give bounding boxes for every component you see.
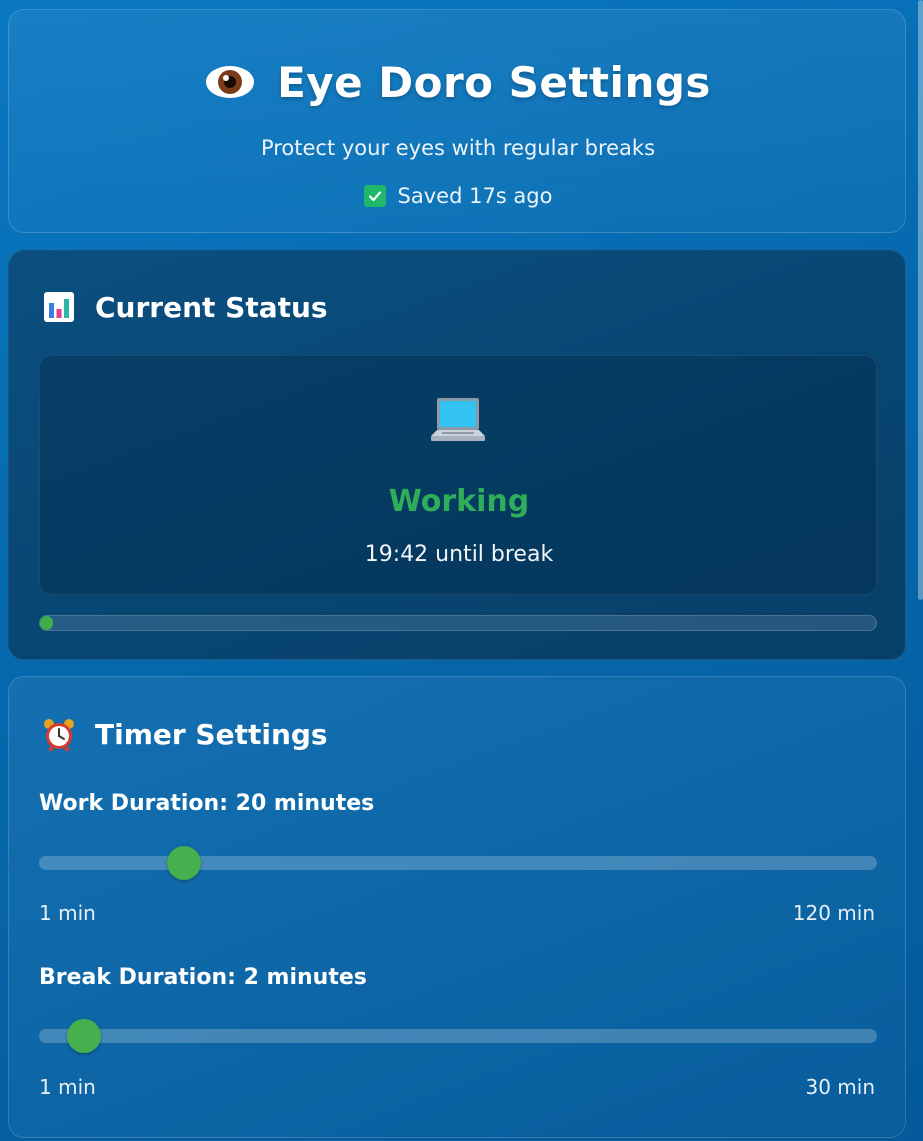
check-icon bbox=[363, 185, 386, 207]
break-max-label: 30 min bbox=[805, 1075, 875, 1099]
progress-bar bbox=[39, 615, 877, 631]
status-card: Current Status Working 19:42 until break bbox=[8, 250, 906, 660]
work-duration-slider[interactable] bbox=[39, 846, 877, 880]
status-label: Working bbox=[388, 484, 530, 519]
break-duration-slider[interactable] bbox=[39, 1019, 877, 1053]
work-max-label: 120 min bbox=[792, 901, 875, 925]
work-duration-label: Work Duration: 20 minutes bbox=[39, 791, 375, 816]
eye-icon bbox=[205, 62, 255, 102]
status-heading-row: Current Status bbox=[41, 285, 328, 329]
header-card: Eye Doro Settings Protect your eyes with… bbox=[8, 9, 906, 233]
work-duration-slider-thumb[interactable] bbox=[167, 846, 202, 880]
time-until-break: 19:42 until break bbox=[364, 542, 554, 567]
timer-heading: Timer Settings bbox=[95, 717, 328, 751]
title-row: Eye Doro Settings bbox=[9, 52, 907, 112]
timer-heading-row: Timer Settings bbox=[41, 712, 328, 756]
break-duration-label: Break Duration: 2 minutes bbox=[39, 965, 367, 990]
scrollbar[interactable] bbox=[918, 0, 923, 600]
timer-settings-card: Timer Settings Work Duration: 20 minutes… bbox=[8, 676, 906, 1138]
laptop-icon bbox=[428, 392, 488, 452]
status-panel: Working 19:42 until break bbox=[39, 355, 877, 595]
status-heading: Current Status bbox=[95, 290, 328, 324]
saved-text: Saved 17s ago bbox=[397, 184, 553, 208]
break-min-label: 1 min bbox=[39, 1075, 96, 1099]
progress-bar-fill bbox=[40, 616, 53, 630]
break-duration-slider-thumb[interactable] bbox=[66, 1019, 101, 1053]
page-subtitle: Protect your eyes with regular breaks bbox=[260, 136, 656, 160]
bar-chart-icon bbox=[41, 289, 77, 325]
alarm-clock-icon bbox=[41, 716, 77, 752]
page-title: Eye Doro Settings bbox=[277, 57, 711, 107]
save-status: Saved 17s ago bbox=[9, 180, 907, 212]
work-min-label: 1 min bbox=[39, 901, 96, 925]
